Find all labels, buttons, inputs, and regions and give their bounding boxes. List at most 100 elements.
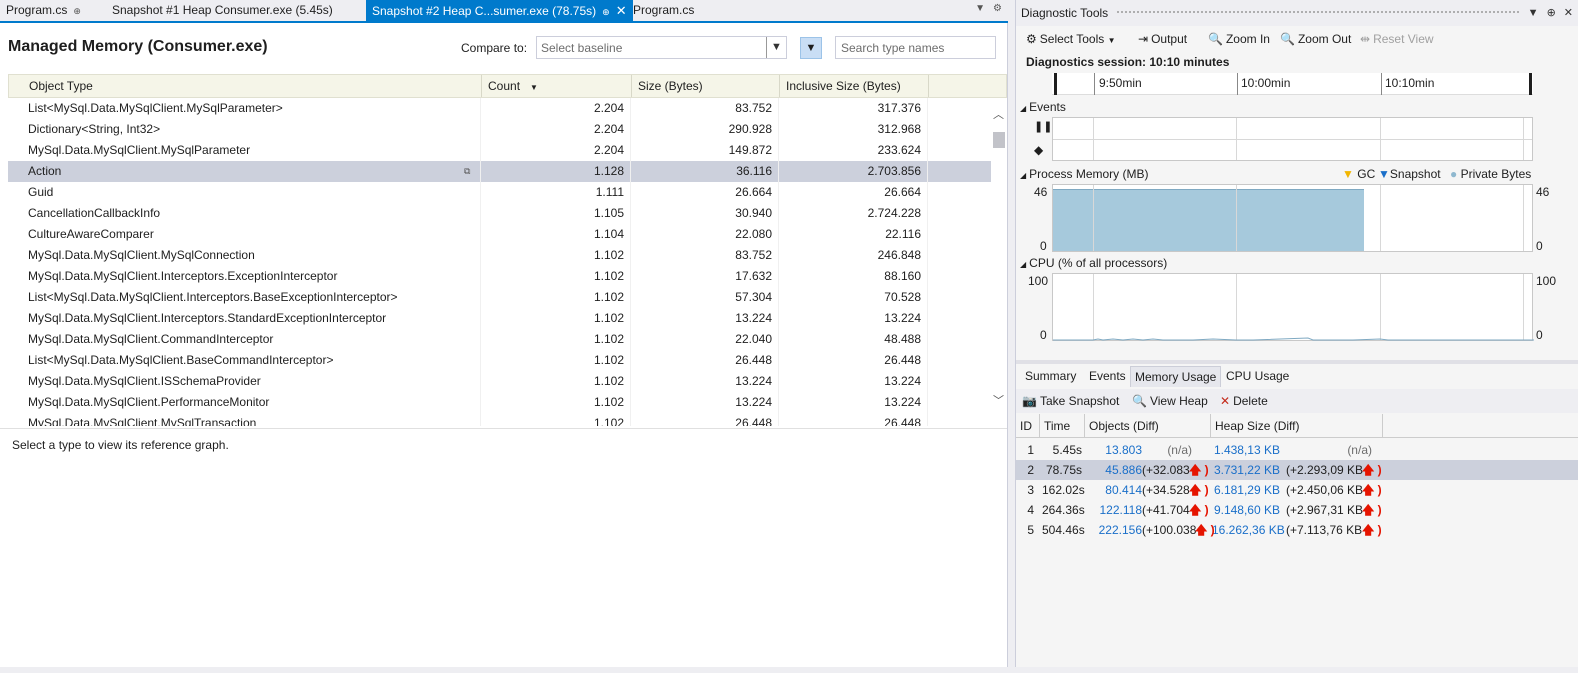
dropdown-icon[interactable]: ▼ — [1528, 7, 1539, 19]
output-button[interactable]: ⇥ Output — [1138, 27, 1187, 51]
tab-label: Program.cs — [633, 3, 695, 17]
events-section-header[interactable]: ◢ Events — [1020, 100, 1066, 114]
zoom-out-button[interactable]: 🔍 Zoom Out — [1280, 27, 1351, 51]
objects-diff-link: (+41.704 — [1142, 503, 1190, 517]
table-row[interactable]: List<MySql.Data.MySqlClient.Interceptors… — [8, 287, 991, 308]
size-cell: 13.224 — [631, 392, 779, 413]
table-row[interactable]: CultureAwareComparer 1.104 22.080 22.116 — [8, 224, 991, 245]
table-row[interactable]: MySql.Data.MySqlClient.Interceptors.Exce… — [8, 266, 991, 287]
inclusive-size-cell: 13.224 — [779, 308, 928, 329]
diagnostic-tools-panel: Diagnostic Tools ▼ ⊕ ✕ ⚙ Select Tools ▼ ⇥ Ou… — [1015, 0, 1578, 667]
objects-count-link[interactable]: 13.803 — [1088, 440, 1142, 460]
memory-axis-min-left: 0 — [1040, 239, 1047, 253]
table-row[interactable]: CancellationCallbackInfo 1.105 30.940 2.724… — [8, 203, 991, 224]
reference-graph-icon[interactable]: ⧉ — [464, 165, 476, 177]
reset-view-icon: ⇹ — [1360, 32, 1371, 46]
search-input[interactable]: Search type names — [835, 36, 996, 59]
table-row[interactable]: MySql.Data.MySqlClient.PerformanceMonito… — [8, 392, 991, 413]
object-type-cell: List<MySql.Data.MySqlClient.MySqlParamet… — [8, 98, 481, 119]
heap-size-link[interactable]: 1.438,13 KB — [1212, 440, 1280, 460]
tab-memory-usage[interactable]: Memory Usage — [1130, 366, 1222, 387]
chevron-down-icon[interactable]: ▼ — [766, 37, 786, 58]
heap-size-link[interactable]: 9.148,60 KB — [1212, 500, 1280, 520]
reset-view-button[interactable]: ⇹ Reset View — [1360, 27, 1434, 51]
heap-size-link[interactable]: 3.731,22 KB — [1212, 460, 1280, 480]
snapshot-row[interactable]: 3 162.02s 80.414 (+34.528 6.181,29 KB (+2.450… — [1016, 480, 1578, 500]
gear-icon[interactable]: ⚙ — [993, 3, 1002, 14]
tab-summary[interactable]: Summary — [1021, 366, 1080, 387]
snapshot-row[interactable]: 4 264.36s 122.118 (+41.704 9.148,60 KB (+2.96… — [1016, 500, 1578, 520]
heap-size-link[interactable]: 6.181,29 KB — [1212, 480, 1280, 500]
pin-icon[interactable]: ⊕ — [602, 7, 610, 17]
count-cell: 1.102 — [481, 371, 631, 392]
table-row[interactable]: MySql.Data.MySqlClient.MySqlConnection 1.… — [8, 245, 991, 266]
size-cell: 30.940 — [631, 203, 779, 224]
close-icon[interactable]: ✕ — [1564, 7, 1573, 19]
panel-splitter[interactable] — [1016, 360, 1578, 364]
close-icon[interactable]: ✕ — [616, 3, 627, 18]
events-track[interactable] — [1052, 117, 1533, 161]
inclusive-size-cell: 70.528 — [779, 287, 928, 308]
object-type-cell: Guid — [8, 182, 481, 203]
objects-count-link[interactable]: 222.156 — [1088, 520, 1142, 540]
pin-icon[interactable]: ⊕ — [73, 6, 81, 16]
table-row[interactable]: MySql.Data.MySqlClient.Interceptors.Stan… — [8, 308, 991, 329]
pin-icon[interactable]: ⊕ — [1547, 7, 1556, 19]
table-row[interactable]: MySql.Data.MySqlClient.CommandIntercepto… — [8, 329, 991, 350]
objects-count-link[interactable]: 80.414 — [1088, 480, 1142, 500]
baseline-select[interactable]: Select baseline ▼ — [536, 36, 787, 59]
scrollbar-thumb[interactable] — [993, 132, 1005, 148]
heap-size-link[interactable]: 16.262,36 KB — [1212, 520, 1285, 540]
table-row[interactable]: List<MySql.Data.MySqlClient.BaseCommandI… — [8, 350, 991, 371]
column-heap-size-diff[interactable]: Heap Size (Diff) — [1215, 414, 1299, 438]
grid-line — [1380, 185, 1381, 251]
zoom-out-icon: 🔍 — [1280, 32, 1295, 46]
chevron-up-icon[interactable]: ︿ — [993, 106, 1004, 122]
table-row[interactable]: MySql.Data.MySqlClient.ISSchemaProvider 1… — [8, 371, 991, 392]
chevron-down-icon[interactable]: ﹀ — [993, 392, 1004, 408]
tab-list-dropdown-icon[interactable]: ▼ — [975, 3, 985, 14]
filter-button[interactable]: ▼ — [800, 37, 822, 59]
tab-snapshot-1[interactable]: Snapshot #1 Heap Consumer.exe (5.45s) — [106, 0, 339, 21]
table-row[interactable]: Action 1.128 36.116 2.703.856 ⧉ — [8, 161, 991, 182]
column-time[interactable]: Time — [1044, 414, 1070, 438]
view-heap-button[interactable]: 🔍 View Heap — [1132, 389, 1208, 413]
snapshot-row[interactable]: 1 5.45s 13.803 (n/a) 1.438,13 KB (n/a) — [1016, 440, 1578, 460]
snapshot-row[interactable]: 2 78.75s 45.886 (+32.083 3.731,22 KB (+2.293,… — [1016, 460, 1578, 480]
column-inclusive-size[interactable]: Inclusive Size (Bytes) — [780, 75, 929, 97]
timeline-ruler[interactable]: 9:50min 10:00min 10:10min — [1052, 73, 1533, 95]
objects-count-link[interactable]: 45.886 — [1088, 460, 1142, 480]
tab-events[interactable]: Events — [1085, 366, 1130, 387]
column-objects-diff[interactable]: Objects (Diff) — [1089, 414, 1159, 438]
size-cell: 26.664 — [631, 182, 779, 203]
column-id[interactable]: ID — [1020, 414, 1032, 438]
table-row[interactable]: MySql.Data.MySqlClient.MySqlParameter 2.2… — [8, 140, 991, 161]
count-cell: 1.102 — [481, 350, 631, 371]
objects-count-link[interactable]: 122.118 — [1088, 500, 1143, 520]
table-row[interactable]: MySql.Data.MySqlClient.MySqlTransaction 1… — [8, 413, 991, 426]
table-row[interactable]: Guid 1.111 26.664 26.664 — [8, 182, 991, 203]
cpu-section-header[interactable]: ◢ CPU (% of all processors) — [1020, 256, 1167, 270]
table-row[interactable]: List<MySql.Data.MySqlClient.MySqlParamet… — [8, 98, 991, 119]
tab-snapshot-2[interactable]: Snapshot #2 Heap C...sumer.exe (78.75s) ⊕… — [366, 0, 633, 21]
process-memory-section-header[interactable]: ◢ Process Memory (MB) — [1020, 167, 1149, 181]
vertical-scrollbar[interactable]: ︿ ﹀ — [991, 98, 1007, 426]
tab-program-cs-1[interactable]: Program.cs ⊕ — [0, 0, 87, 21]
timeline-start-marker[interactable] — [1054, 73, 1057, 95]
zoom-in-button[interactable]: 🔍 Zoom In — [1208, 27, 1270, 51]
column-count[interactable]: Count ▼ — [482, 75, 632, 97]
take-snapshot-button[interactable]: 📷 Take Snapshot — [1022, 389, 1119, 413]
size-cell: 17.632 — [631, 266, 779, 287]
tab-cpu-usage[interactable]: CPU Usage — [1222, 366, 1293, 387]
process-memory-graph[interactable] — [1052, 184, 1533, 252]
drag-grip[interactable] — [1116, 10, 1519, 15]
timeline-end-marker[interactable] — [1529, 73, 1532, 95]
table-row[interactable]: Dictionary<String, Int32> 2.204 290.928 312… — [8, 119, 991, 140]
column-object-type[interactable]: Object Type — [9, 75, 482, 97]
cpu-graph[interactable] — [1052, 273, 1534, 341]
snapshot-row[interactable]: 5 504.46s 222.156 (+100.038 16.262,36 KB (+7.… — [1016, 520, 1578, 540]
tab-program-cs-2[interactable]: Program.cs — [627, 0, 700, 21]
column-size[interactable]: Size (Bytes) — [632, 75, 780, 97]
select-tools-button[interactable]: ⚙ Select Tools ▼ — [1026, 27, 1116, 53]
delete-button[interactable]: ✕ Delete — [1220, 389, 1268, 413]
